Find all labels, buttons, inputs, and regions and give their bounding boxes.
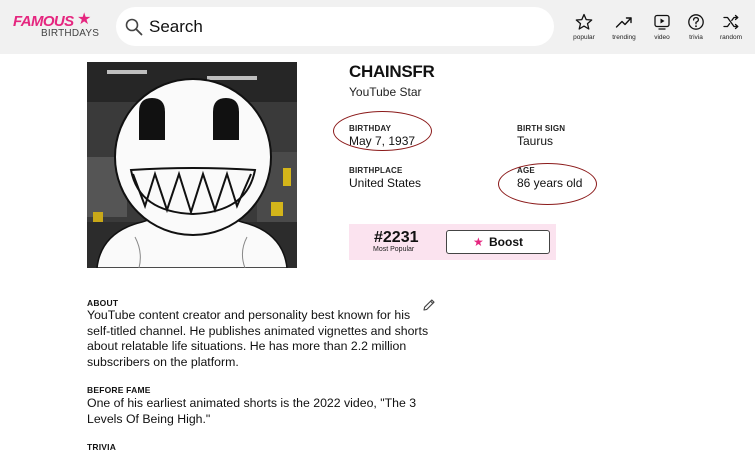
- birthplace-value[interactable]: United States: [349, 176, 421, 190]
- before-fame-heading: BEFORE FAME: [87, 385, 151, 395]
- search-icon: [125, 18, 143, 36]
- logo-star-icon: ★: [77, 11, 92, 28]
- nav-random[interactable]: random: [711, 13, 751, 43]
- site-logo[interactable]: FAMOUS ★ BIRTHDAYS: [13, 11, 99, 40]
- profile-photo: [87, 62, 297, 268]
- top-header: FAMOUS ★ BIRTHDAYS popular trending vide…: [0, 0, 755, 54]
- boost-label: Boost: [489, 235, 523, 249]
- popularity-rank-box: #2231 Most Popular ★ Boost: [349, 224, 556, 260]
- trending-icon: [615, 17, 632, 28]
- profile-avatar-image: [87, 62, 297, 268]
- birth-sign-label: BIRTH SIGN: [517, 124, 566, 133]
- logo-famous-text: FAMOUS: [13, 13, 74, 30]
- nav-trivia-label: trivia: [689, 34, 703, 41]
- nav-trivia[interactable]: trivia: [676, 13, 716, 43]
- video-icon: [654, 14, 670, 30]
- nav-popular[interactable]: popular: [564, 13, 604, 43]
- boost-star-icon: ★: [473, 235, 484, 249]
- nav-popular-label: popular: [573, 34, 595, 41]
- shuffle-icon: [723, 14, 739, 30]
- profile-profession[interactable]: YouTube Star: [349, 85, 422, 99]
- about-heading: ABOUT: [87, 298, 119, 308]
- nav-trending[interactable]: trending: [604, 13, 644, 43]
- nav-random-label: random: [719, 34, 743, 41]
- nav-trending-label: trending: [612, 34, 636, 41]
- star-icon: [575, 13, 593, 30]
- birth-sign-value[interactable]: Taurus: [517, 134, 553, 148]
- trivia-heading: TRIVIA: [87, 442, 117, 452]
- about-text: YouTube content creator and personality …: [87, 308, 429, 369]
- before-fame-text: One of his earliest animated shorts is t…: [87, 396, 417, 426]
- question-icon: [688, 14, 704, 30]
- logo-birthdays-text: BIRTHDAYS: [41, 28, 100, 39]
- search-bar[interactable]: [116, 7, 554, 46]
- search-input[interactable]: [149, 16, 529, 38]
- profile-name: CHAINSFR: [349, 62, 435, 81]
- birthplace-label: BIRTHPLACE: [349, 166, 403, 175]
- birthday-annotation-circle: [333, 111, 432, 151]
- rank-number: #2231: [374, 229, 419, 246]
- age-annotation-circle: [498, 163, 597, 205]
- rank-label: Most Popular: [373, 246, 415, 253]
- boost-button[interactable]: ★ Boost: [446, 230, 550, 254]
